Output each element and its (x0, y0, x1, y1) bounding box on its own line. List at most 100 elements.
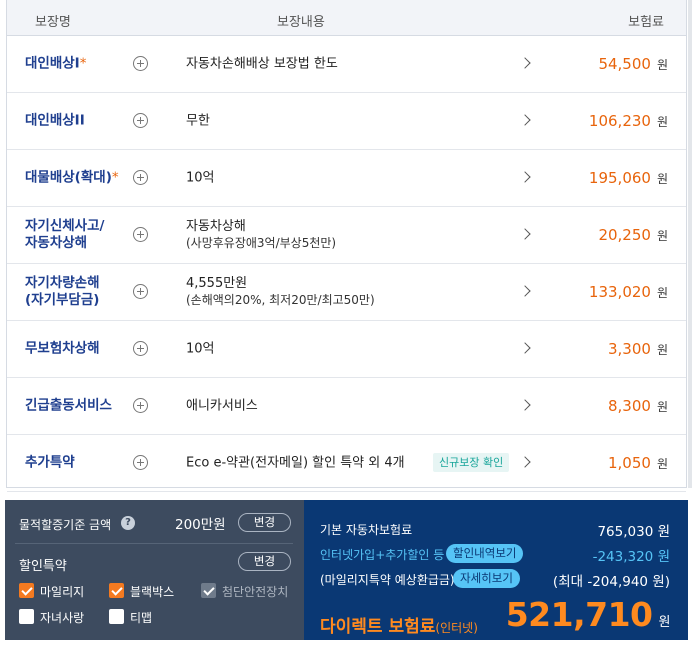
coverage-desc-text: 10억 (186, 341, 215, 357)
price-unit: 원 (656, 286, 668, 300)
chevron-right-icon[interactable] (519, 171, 531, 183)
discount-checkbox[interactable] (109, 609, 124, 624)
coverage-name-text: 대인배상II (25, 112, 85, 129)
coverage-price: 1,050 원 (608, 454, 668, 472)
coverage-name-text: 무보험차상해 (25, 340, 100, 357)
coverage-name-text: 긴급출동서비스 (25, 397, 112, 414)
coverage-description: 애니카서비스 (186, 398, 258, 415)
coverage-row[interactable]: 자기신체사고/ 자동차상해 자동차상해 (사망후유장애3억/부상5천만) 20,250… (7, 207, 686, 264)
discount-option-label[interactable]: 티맵 (130, 609, 152, 626)
coverage-row[interactable]: 대물배상(확대)* 10억 195,060 원 (7, 150, 686, 207)
expand-plus-icon[interactable] (133, 113, 148, 128)
base-premium-label: 기본 자동차보험료 (320, 523, 413, 537)
coverage-description: Eco e-약관(전자메일) 할인 특약 외 4개 (186, 455, 405, 472)
coverage-price: 133,020 원 (589, 283, 668, 301)
coverage-description: 무한 (186, 113, 210, 130)
coverage-description: 자동차상해 (사망후유장애3억/부상5천만) (186, 218, 336, 252)
coverage-row[interactable]: 자기차량손해 (자기부담금) 4,555만원 (손해액의20%, 최저20만/최고5… (7, 264, 686, 321)
coverage-desc-text: 4,555만원 (186, 276, 248, 291)
coverage-desc-sub: (손해액의20%, 최저20만/최고50만) (186, 293, 375, 307)
required-mark: * (111, 169, 119, 186)
price-unit: 원 (656, 115, 668, 129)
header-premium: 보험료 (628, 15, 664, 30)
price-unit: 원 (656, 172, 668, 186)
discount-label: 인터넷가입+추가할인 등 (320, 548, 445, 562)
price-value: 8,300 (608, 397, 651, 415)
mileage-value: (최대 -204,940 원) (552, 574, 670, 590)
coverage-price: 8,300 원 (608, 397, 668, 415)
header-content: 보장내용 (277, 15, 325, 30)
expand-plus-icon[interactable] (133, 398, 148, 413)
chevron-right-icon[interactable] (519, 285, 531, 297)
coverage-name: 자기신체사고/ 자동차상해 (25, 218, 121, 252)
discount-option-label[interactable]: 마일리지 (40, 583, 84, 600)
discount-option-label[interactable]: 블랙박스 (130, 583, 174, 600)
expand-plus-icon[interactable] (133, 284, 148, 299)
discount-change-button[interactable]: 변경 (238, 552, 291, 571)
expand-plus-icon[interactable] (133, 227, 148, 242)
direct-label-text: 다이렉트 보험료 (320, 617, 436, 637)
coverage-name-text: 대물배상(확대) (25, 169, 112, 186)
total-value: 521,710 (505, 595, 653, 634)
discount-option-label[interactable]: 자녀사랑 (40, 609, 84, 626)
expand-plus-icon[interactable] (133, 341, 148, 356)
discount-checkbox[interactable] (19, 583, 34, 598)
mileage-detail-button[interactable]: 자세히보기 (453, 569, 520, 588)
price-value: 106,230 (588, 112, 651, 130)
chevron-right-icon[interactable] (519, 228, 531, 240)
price-unit: 원 (656, 229, 668, 243)
chevron-right-icon[interactable] (519, 114, 531, 126)
expand-plus-icon[interactable] (133, 455, 148, 470)
price-unit: 원 (656, 400, 668, 414)
discount-panel: 물적할증기준 금액 ? 200만원 변경 할인특약 변경 마일리지 블랙박스 첨단안… (5, 500, 304, 640)
property-amount: 200만원 (175, 517, 226, 533)
price-value: 195,060 (588, 169, 651, 187)
expand-plus-icon[interactable] (133, 56, 148, 71)
coverage-desc-text: 자동차손해배상 보장법 한도 (186, 56, 338, 72)
direct-premium-label: 다이렉트 보험료(인터넷) (320, 612, 478, 637)
discount-checkbox[interactable] (109, 583, 124, 598)
summary-panel: 물적할증기준 금액 ? 200만원 변경 할인특약 변경 마일리지 블랙박스 첨단안… (5, 500, 688, 640)
discount-checkbox[interactable] (19, 609, 34, 624)
coverage-row[interactable]: 긴급출동서비스 애니카서비스 8,300 원 (7, 378, 686, 435)
coverage-name-text: 대인배상I (25, 55, 80, 72)
new-coverage-button[interactable]: 신규보장 확인 (433, 453, 510, 472)
coverage-name-text: 추가특약 (25, 454, 75, 471)
coverage-price: 195,060 원 (589, 169, 668, 187)
chevron-right-icon[interactable] (519, 57, 531, 69)
chevron-right-icon[interactable] (519, 456, 531, 468)
coverage-name: 긴급출동서비스 (25, 398, 121, 415)
coverage-row[interactable]: 추가특약 Eco e-약관(전자메일) 할인 특약 외 4개 신규보장 확인 1,05… (7, 435, 686, 492)
required-mark: * (79, 55, 87, 72)
scrollbar[interactable] (688, 0, 692, 488)
chevron-right-icon[interactable] (519, 399, 531, 411)
property-change-button[interactable]: 변경 (238, 513, 291, 532)
coverage-name: 무보험차상해 (25, 341, 121, 358)
coverage-desc-sub: (사망후유장애3억/부상5천만) (186, 236, 337, 250)
coverage-row[interactable]: 대인배상I* 자동차손해배상 보장법 한도 54,500 원 (7, 36, 686, 93)
property-label: 물적할증기준 금액 (19, 518, 112, 532)
discount-option-label[interactable]: 첨단안전장치 (222, 583, 288, 600)
divider (15, 543, 293, 544)
discount-detail-button[interactable]: 할인내역보기 (446, 544, 524, 563)
discount-label: 할인특약 (19, 559, 67, 574)
price-unit: 원 (656, 58, 668, 72)
coverage-description: 자동차손해배상 보장법 한도 (186, 56, 338, 73)
coverage-price: 106,230 원 (589, 112, 668, 130)
coverage-name: 자기차량손해 (자기부담금) (25, 275, 121, 309)
chevron-right-icon[interactable] (519, 342, 531, 354)
total-premium: 521,710 원 (505, 595, 671, 634)
coverage-name-text: 자기차량손해 (자기부담금) (25, 275, 100, 308)
total-unit: 원 (658, 615, 671, 630)
price-unit: 원 (656, 457, 668, 471)
coverage-row[interactable]: 대인배상II 무한 106,230 원 (7, 93, 686, 150)
coverage-name: 대인배상II (25, 113, 121, 130)
base-premium-value: 765,030 원 (597, 524, 670, 540)
expand-plus-icon[interactable] (133, 170, 148, 185)
coverage-row[interactable]: 무보험차상해 10억 3,300 원 (7, 321, 686, 378)
coverage-price: 20,250 원 (598, 226, 668, 244)
table-header: 보장명 보장내용 보험료 (7, 0, 686, 36)
coverage-price: 3,300 원 (608, 340, 668, 358)
direct-sub-text: (인터넷) (435, 621, 478, 635)
help-icon[interactable]: ? (121, 516, 135, 530)
